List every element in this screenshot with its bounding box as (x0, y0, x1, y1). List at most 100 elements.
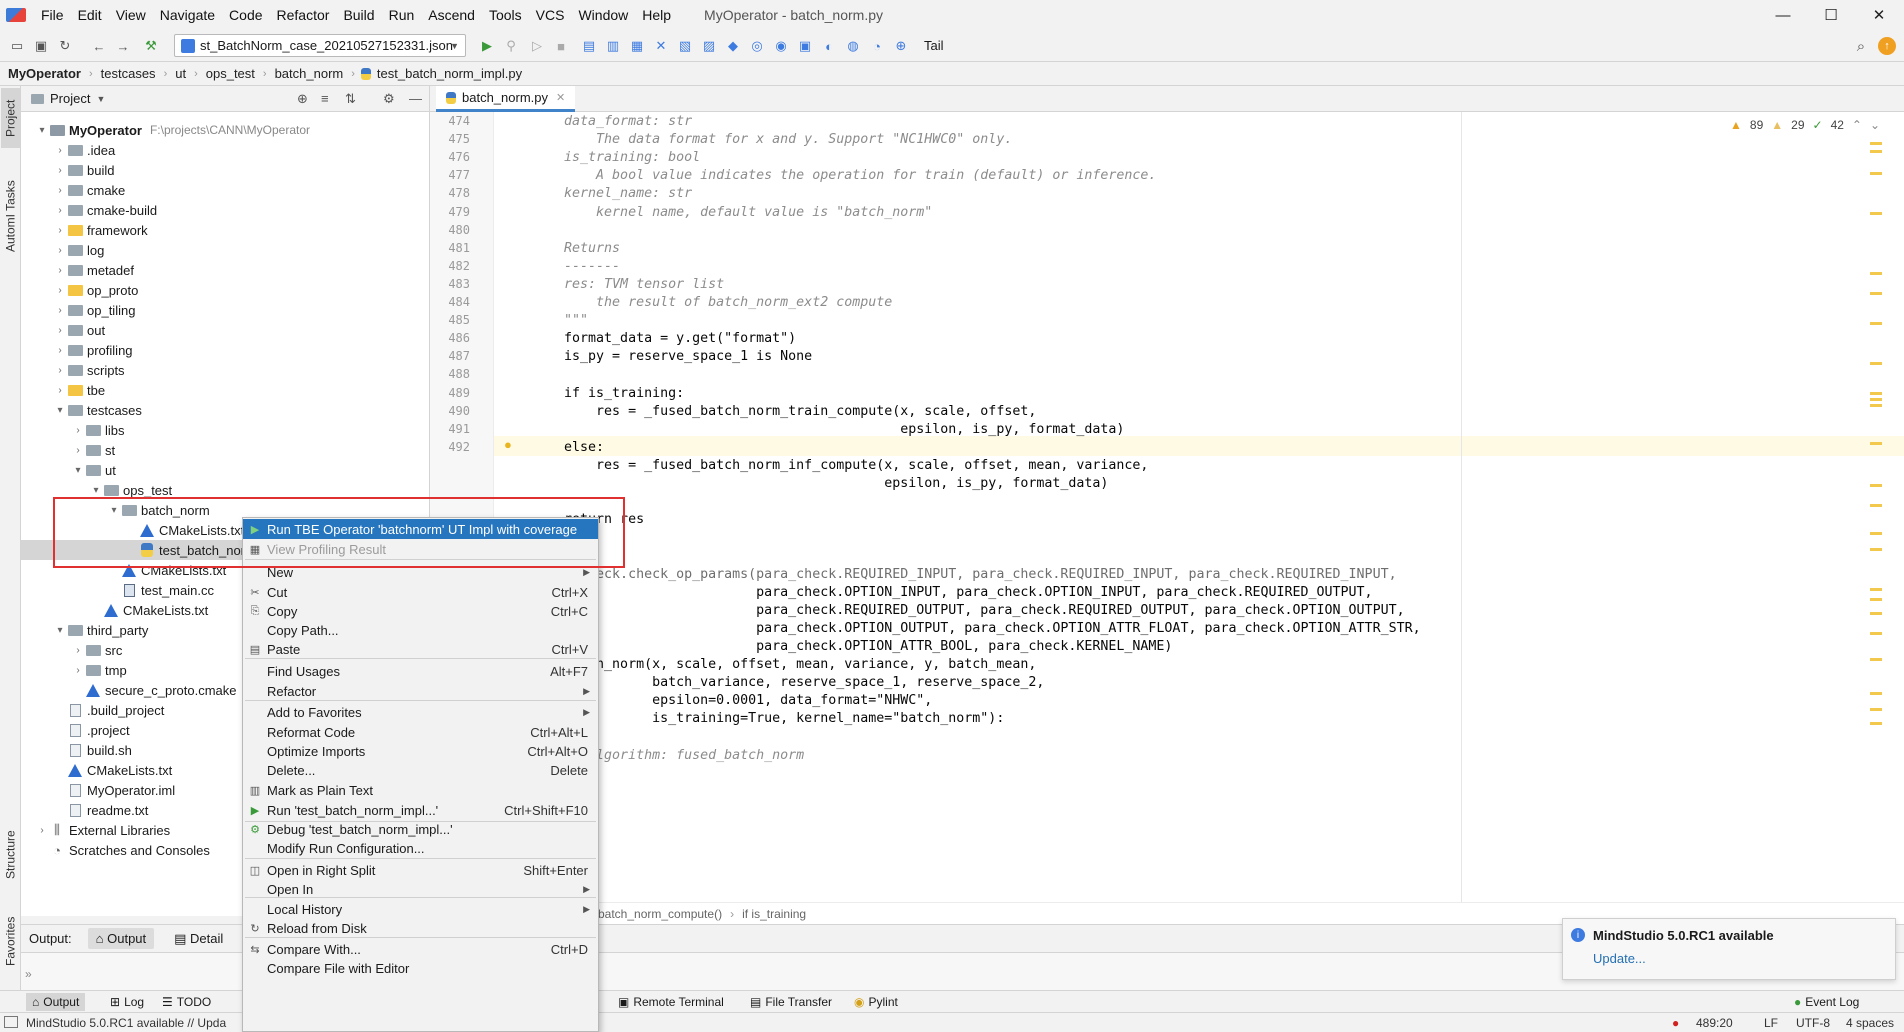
context-menu-item[interactable]: ✂ Cut Ctrl+X (243, 582, 598, 602)
collapsed-arrow-icon[interactable]: › (71, 645, 85, 656)
warning-stripe-mark[interactable] (1870, 504, 1882, 507)
collapsed-arrow-icon[interactable]: › (53, 345, 67, 356)
context-menu-item[interactable]: ⇆ Compare With... Ctrl+D (243, 939, 598, 959)
collapsed-arrow-icon[interactable]: › (53, 245, 67, 256)
tab-output[interactable]: ⌂ Output (87, 928, 155, 949)
build-hammer-icon[interactable]: ⚒ (142, 37, 160, 55)
menu-ascend[interactable]: Ascend (421, 7, 482, 23)
ascend-tool-6-icon[interactable]: ▨ (700, 37, 718, 55)
menu-code[interactable]: Code (222, 7, 269, 23)
context-menu-item[interactable]: Add to Favorites ▶ (243, 702, 598, 722)
tool-tab-project[interactable]: Project (1, 88, 20, 148)
expanded-arrow-icon[interactable]: ▾ (35, 125, 49, 136)
menu-navigate[interactable]: Navigate (153, 7, 222, 23)
warning-stripe-mark[interactable] (1870, 442, 1882, 445)
close-tab-icon[interactable]: ✕ (556, 91, 565, 104)
context-menu-item[interactable]: Reformat Code Ctrl+Alt+L (243, 722, 598, 742)
collapsed-arrow-icon[interactable]: › (71, 665, 85, 676)
editor-breadcrumb-item[interactable]: batch_norm_compute() (598, 907, 722, 921)
warning-stripe-mark[interactable] (1870, 292, 1882, 295)
tree-item[interactable]: › log (53, 240, 104, 260)
collapsed-arrow-icon[interactable]: › (35, 825, 49, 836)
collapsed-arrow-icon[interactable]: › (53, 285, 67, 296)
status-message[interactable]: MindStudio 5.0.RC1 available // Upda (26, 1016, 226, 1030)
tool-file-transfer[interactable]: ▤ File Transfer (744, 993, 838, 1011)
inspection-widget[interactable]: ▲ 89 ▲ 29 ✓ 42 ⌃ ⌄ (1730, 118, 1880, 132)
menu-build[interactable]: Build (336, 7, 381, 23)
menu-window[interactable]: Window (571, 7, 635, 23)
minimize-button[interactable]: — (1760, 0, 1806, 30)
locate-file-icon[interactable]: ⊕ (297, 91, 308, 107)
warning-stripe-mark[interactable] (1870, 692, 1882, 695)
breadcrumb-item[interactable]: ops_test (198, 66, 263, 81)
ascend-tool-5-icon[interactable]: ▧ (676, 37, 694, 55)
tree-item[interactable]: test_main.cc (107, 580, 214, 600)
tree-item[interactable]: secure_c_proto.cmake (71, 680, 237, 700)
previous-highlight-icon[interactable]: ⌃ (1852, 118, 1862, 132)
run-icon[interactable]: ▶ (478, 37, 496, 55)
ascend-tool-8-icon[interactable]: ◎ (748, 37, 766, 55)
coverage-icon[interactable]: ▷ (528, 37, 546, 55)
context-menu-item[interactable]: Optimize Imports Ctrl+Alt+O (243, 741, 598, 761)
menu-tools[interactable]: Tools (482, 7, 529, 23)
ascend-tool-7-icon[interactable]: ◆ (724, 37, 742, 55)
tool-tab-favorites[interactable]: Favorites (1, 906, 20, 976)
tree-item[interactable]: › cmake-build (53, 200, 157, 220)
save-icon[interactable]: ▣ (32, 37, 50, 55)
chevron-down-icon[interactable]: ▼ (96, 94, 105, 104)
tool-log[interactable]: ⊞ Log (104, 993, 150, 1011)
tree-item[interactable]: .project (53, 720, 130, 740)
project-view-select[interactable]: Project (50, 91, 90, 106)
collapsed-arrow-icon[interactable]: › (53, 225, 67, 236)
collapsed-arrow-icon[interactable]: › (71, 425, 85, 436)
breadcrumb-item[interactable]: testcases (93, 66, 164, 81)
ascend-tool-13-icon[interactable]: ◔ (868, 37, 886, 55)
warning-stripe-mark[interactable] (1870, 658, 1882, 661)
context-menu-item[interactable]: Copy Path... (243, 620, 598, 640)
context-menu-item[interactable]: ▥ Mark as Plain Text (243, 780, 598, 800)
back-icon[interactable]: ← (90, 37, 108, 55)
collapsed-arrow-icon[interactable]: › (53, 205, 67, 216)
context-menu-item[interactable]: ▶ Run 'test_batch_norm_impl...' Ctrl+Shift… (243, 800, 598, 820)
context-menu-item[interactable]: ◫ Open in Right Split Shift+Enter (243, 860, 598, 880)
tree-item[interactable]: CMakeLists.txt (89, 600, 208, 620)
tree-item[interactable]: › cmake (53, 180, 125, 200)
code-editor[interactable]: 474 475 476 477 478 479 480 481 482 483 484 485 486 4… (430, 112, 1904, 902)
menu-help[interactable]: Help (635, 7, 678, 23)
tree-item[interactable]: › tbe (53, 380, 105, 400)
open-folder-icon[interactable]: ▭ (8, 37, 26, 55)
tree-item[interactable]: › profiling (53, 340, 132, 360)
breadcrumb-item[interactable]: test_batch_norm_impl.py (375, 66, 530, 81)
warning-stripe-mark[interactable] (1870, 392, 1882, 395)
menu-refactor[interactable]: Refactor (270, 7, 337, 23)
tree-item[interactable]: › framework (53, 220, 147, 240)
ascend-tool-11-icon[interactable]: ◐ (820, 37, 838, 55)
context-menu-item[interactable]: ⚙ Debug 'test_batch_norm_impl...' (243, 819, 598, 839)
gear-icon[interactable]: ⚙ (383, 91, 395, 107)
tree-item[interactable]: ◔ Scratches and Consoles (35, 840, 210, 860)
tree-item[interactable]: readme.txt (53, 800, 148, 820)
tree-item[interactable]: › op_proto (53, 280, 138, 300)
warning-stripe-mark[interactable] (1870, 398, 1882, 401)
warning-stripe-mark[interactable] (1870, 632, 1882, 635)
warning-stripe-mark[interactable] (1870, 548, 1882, 551)
tree-item[interactable]: build.sh (53, 740, 132, 760)
tool-output[interactable]: ⌂ Output (26, 993, 86, 1011)
maximize-button[interactable]: ☐ (1808, 0, 1854, 30)
tree-item[interactable]: › ⫼ External Libraries (35, 820, 170, 840)
context-menu-item[interactable]: Delete... Delete (243, 760, 598, 780)
warning-stripe-mark[interactable] (1870, 404, 1882, 407)
warning-stripe-mark[interactable] (1870, 708, 1882, 711)
tool-pylint[interactable]: ◉ Pylint (848, 993, 904, 1011)
ascend-tool-9-icon[interactable]: ◉ (772, 37, 790, 55)
context-menu-item[interactable]: Compare File with Editor (243, 958, 598, 978)
tree-item[interactable]: › build (53, 160, 114, 180)
update-notification-icon[interactable]: ↑ (1878, 37, 1896, 55)
tree-item[interactable]: MyOperator.iml (53, 780, 175, 800)
expand-all-icon[interactable]: ≡ (321, 91, 329, 106)
collapse-all-icon[interactable]: ⇅ (345, 91, 356, 107)
collapsed-arrow-icon[interactable]: › (53, 165, 67, 176)
collapsed-arrow-icon[interactable]: › (53, 145, 67, 156)
warning-stripe-mark[interactable] (1870, 172, 1882, 175)
expanded-arrow-icon[interactable]: ▾ (89, 485, 103, 496)
